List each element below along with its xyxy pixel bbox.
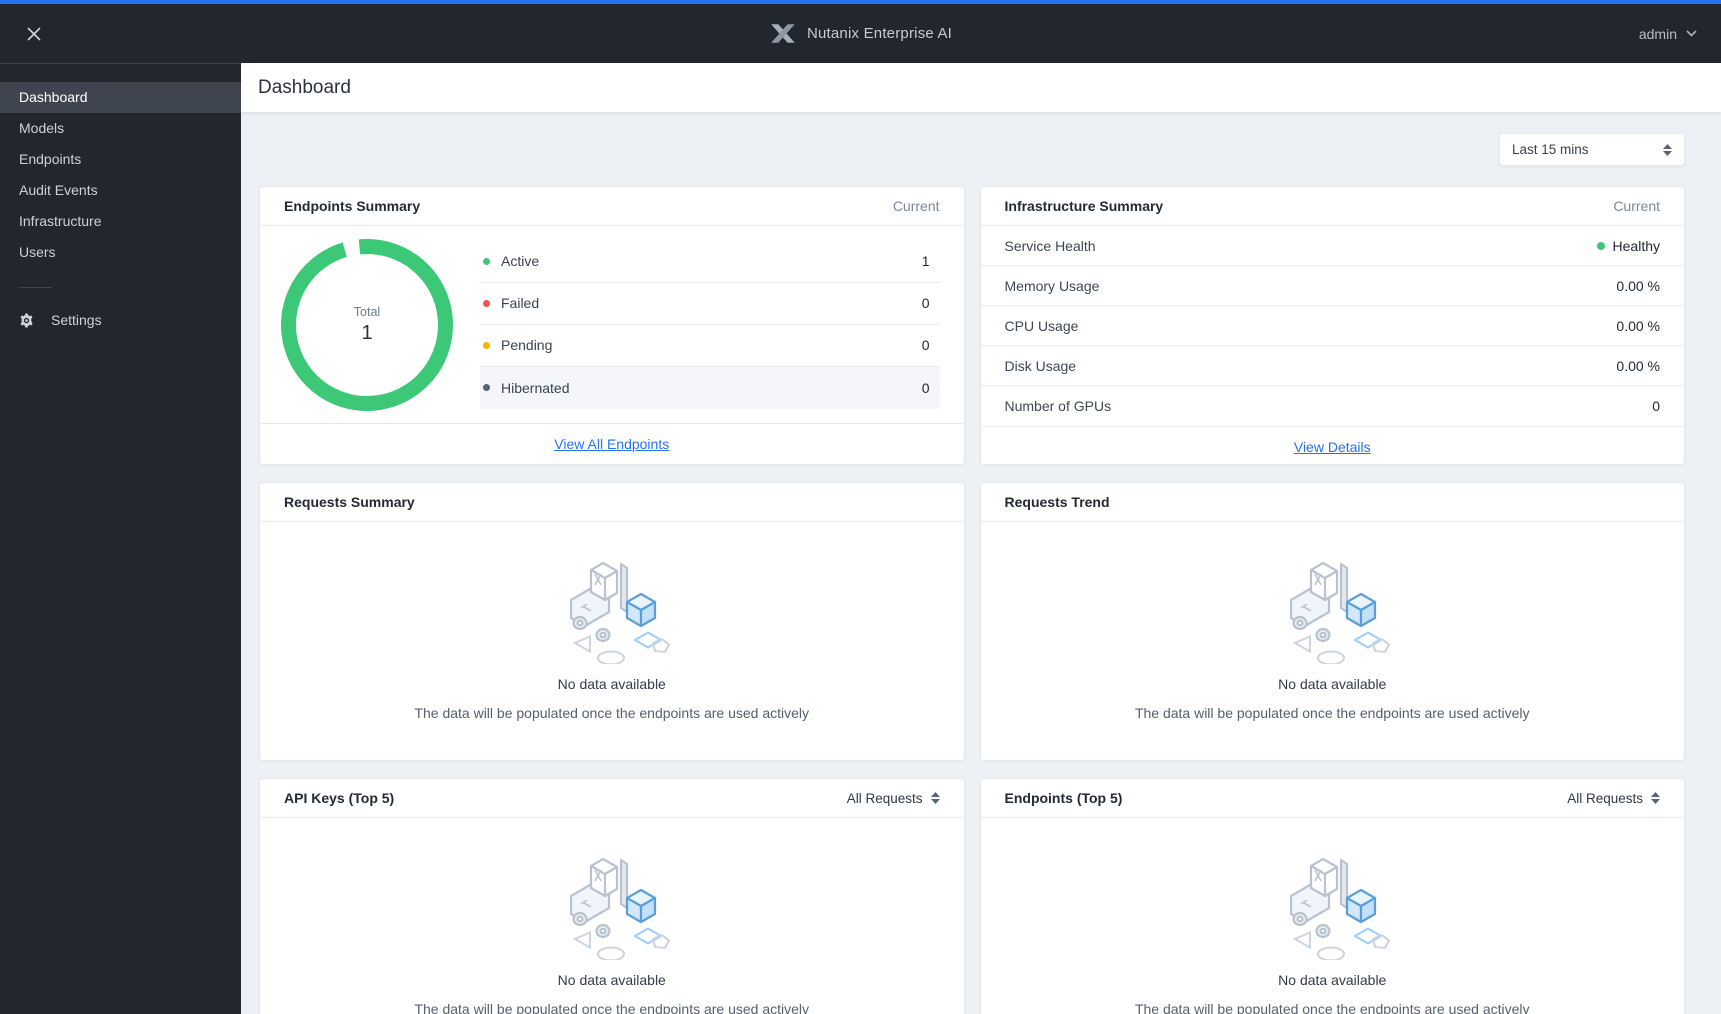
sidebar: Dashboard Models Endpoints Audit Events …	[0, 63, 241, 1014]
endpoints-summary-card: Endpoints Summary Current Total 1 Active…	[259, 186, 965, 465]
settings-label: Settings	[51, 312, 102, 328]
sidebar-nav: Dashboard Models Endpoints Audit Events …	[0, 64, 241, 268]
requests-trend-card: Requests Trend No data available The dat…	[979, 482, 1685, 761]
empty-state-title: No data available	[1278, 972, 1387, 988]
legend-label: Failed	[501, 295, 540, 311]
legend-row-failed: Failed 0	[480, 283, 940, 325]
hibernated-dot	[483, 384, 490, 391]
no-data-illustration	[1290, 561, 1391, 664]
donut-total-value: 1	[361, 321, 373, 344]
failed-dot	[483, 299, 490, 307]
endpoints-summary-column: Current	[892, 198, 940, 214]
info-value: 0.00 %	[1616, 317, 1660, 334]
sidebar-divider	[19, 287, 52, 288]
infrastructure-summary-column: Current	[1613, 198, 1660, 214]
legend-row-active: Active 1	[480, 241, 940, 283]
empty-state-subtitle: The data will be populated once the endp…	[414, 705, 810, 721]
endpoints-summary-title: Endpoints Summary	[284, 198, 421, 214]
app-title: Nutanix Enterprise AI	[806, 25, 953, 42]
page-titlebar: Dashboard	[241, 63, 1721, 112]
legend-label: Hibernated	[501, 379, 570, 396]
endpoints-legend: Active 1 Failed 0 Pending 0 Hibernated 0	[480, 241, 940, 409]
info-label: Disk Usage	[1004, 357, 1077, 374]
sidebar-item-models[interactable]: Models	[0, 113, 241, 144]
legend-value: 0	[921, 337, 930, 353]
api-keys-filter-value: All Requests	[846, 790, 923, 806]
disk-usage-row: Disk Usage 0.00 %	[980, 346, 1684, 386]
empty-state-title: No data available	[557, 676, 666, 692]
endpoints-donut-chart: Total 1	[276, 238, 458, 411]
sidebar-item-users[interactable]: Users	[0, 237, 241, 268]
empty-state-subtitle: The data will be populated once the endp…	[1134, 1001, 1530, 1014]
legend-value: 0	[921, 295, 930, 311]
memory-usage-row: Memory Usage 0.00 %	[980, 266, 1684, 306]
gpus-row: Number of GPUs 0	[981, 386, 1685, 426]
info-value: 0	[1652, 398, 1660, 414]
healthy-dot	[1596, 241, 1605, 250]
empty-state-subtitle: The data will be populated once the endp…	[414, 1001, 810, 1014]
pending-dot	[483, 341, 490, 349]
requests-trend-title: Requests Trend	[1004, 494, 1110, 510]
chevron-down-icon	[1686, 30, 1697, 37]
select-arrows-icon	[1651, 792, 1660, 804]
requests-summary-card: Requests Summary No data available The d…	[259, 482, 965, 761]
time-range-value: Last 15 mins	[1512, 142, 1589, 157]
endpoints-top-filter-select[interactable]: All Requests	[1567, 791, 1660, 806]
info-label: Service Health	[1004, 237, 1096, 254]
sidebar-item-audit-events[interactable]: Audit Events	[0, 175, 241, 206]
empty-state-title: No data available	[1278, 676, 1387, 692]
view-details-link[interactable]: View Details	[1294, 439, 1371, 455]
no-data-illustration	[569, 857, 670, 960]
app-header: Nutanix Enterprise AI admin	[0, 4, 1721, 63]
info-value: Healthy	[1612, 237, 1660, 254]
infrastructure-summary-title: Infrastructure Summary	[1004, 198, 1164, 214]
nutanix-logo-icon	[770, 24, 795, 43]
sidebar-item-settings[interactable]: Settings	[0, 312, 241, 328]
no-data-illustration	[569, 561, 670, 664]
endpoints-top-title: Endpoints (Top 5)	[1004, 790, 1123, 806]
cpu-usage-row: CPU Usage 0.00 %	[980, 306, 1684, 346]
select-arrows-icon	[1663, 143, 1672, 156]
legend-label: Active	[501, 253, 540, 269]
empty-state-title: No data available	[557, 972, 666, 988]
time-range-select[interactable]: Last 15 mins	[1499, 133, 1685, 166]
content-area: Last 15 mins Endpoints Summary Current T…	[241, 112, 1721, 1014]
donut-total-label: Total	[353, 304, 381, 319]
legend-value: 1	[921, 253, 930, 269]
empty-state-subtitle: The data will be populated once the endp…	[1134, 705, 1530, 721]
endpoints-top-filter-value: All Requests	[1567, 790, 1643, 806]
view-all-endpoints-link[interactable]: View All Endpoints	[554, 436, 669, 452]
requests-summary-title: Requests Summary	[284, 494, 415, 510]
sidebar-item-endpoints[interactable]: Endpoints	[0, 144, 241, 175]
active-dot	[483, 257, 490, 265]
info-value: 0.00 %	[1616, 357, 1660, 374]
legend-row-hibernated: Hibernated 0	[480, 366, 940, 409]
legend-row-pending: Pending 0	[480, 325, 940, 367]
page-title: Dashboard	[258, 76, 351, 98]
endpoints-top-card: Endpoints (Top 5) All Requests No data a…	[979, 778, 1685, 1014]
infrastructure-summary-card: Infrastructure Summary Current Service H…	[979, 186, 1685, 465]
info-label: CPU Usage	[1004, 317, 1079, 334]
user-name: admin	[1638, 25, 1677, 42]
gear-icon	[20, 312, 33, 328]
no-data-illustration	[1290, 857, 1391, 960]
close-icon[interactable]	[24, 24, 44, 44]
api-keys-filter-select[interactable]: All Requests	[847, 791, 940, 806]
select-arrows-icon	[930, 792, 940, 804]
info-label: Number of GPUs	[1004, 398, 1112, 414]
brand: Nutanix Enterprise AI	[769, 22, 952, 45]
service-health-row: Service Health Healthy	[980, 226, 1684, 266]
info-label: Memory Usage	[1004, 277, 1100, 294]
sidebar-item-dashboard[interactable]: Dashboard	[0, 82, 241, 113]
sidebar-item-infrastructure[interactable]: Infrastructure	[0, 206, 241, 237]
info-value: 0.00 %	[1616, 277, 1660, 294]
user-menu[interactable]: admin	[1639, 26, 1697, 42]
legend-value: 0	[921, 379, 930, 396]
main-panel: Dashboard Last 15 mins Endpoints Summary…	[241, 63, 1721, 1014]
legend-label: Pending	[501, 337, 553, 353]
api-keys-title: API Keys (Top 5)	[284, 790, 395, 806]
api-keys-card: API Keys (Top 5) All Requests No data av…	[259, 778, 965, 1014]
